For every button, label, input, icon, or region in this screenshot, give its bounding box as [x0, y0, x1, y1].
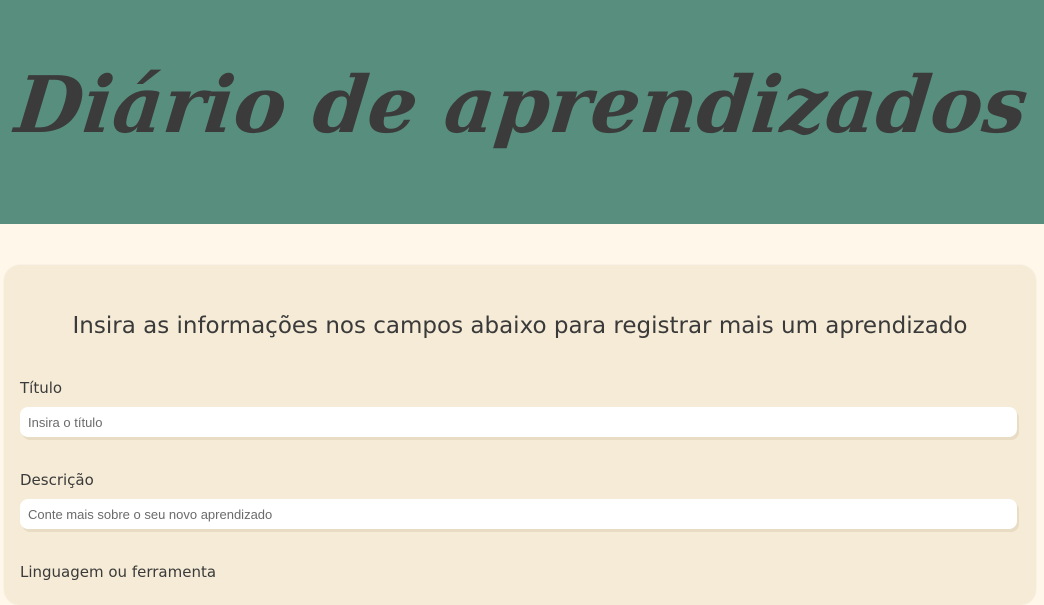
description-field-label: Descrição: [20, 471, 94, 489]
title-input[interactable]: [20, 407, 1017, 437]
page-title: Diário de aprendizados: [11, 60, 1033, 151]
learning-form-card: Insira as informações nos campos abaixo …: [4, 265, 1036, 605]
page-header: Diário de aprendizados: [0, 0, 1044, 224]
title-field-label: Título: [20, 379, 63, 397]
language-tool-field-label: Linguagem ou ferramenta: [20, 563, 217, 581]
form-intro-text: Insira as informações nos campos abaixo …: [72, 313, 968, 339]
description-input[interactable]: [20, 499, 1017, 529]
